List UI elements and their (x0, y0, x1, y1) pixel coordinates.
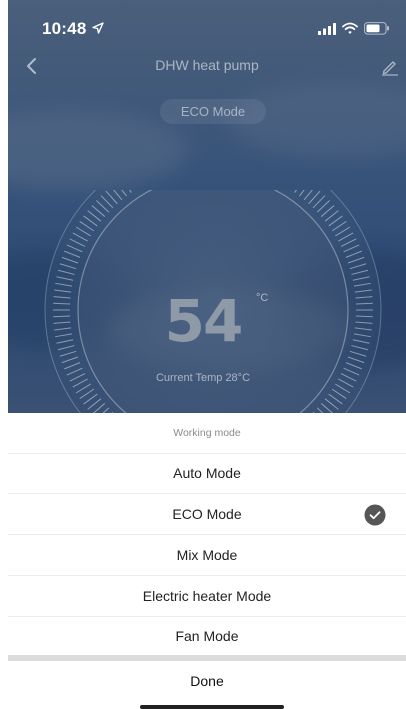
done-button[interactable]: Done (8, 661, 406, 701)
option-mix-mode[interactable]: Mix Mode (8, 535, 406, 576)
option-label: Auto Mode (173, 465, 241, 481)
option-label: Mix Mode (176, 547, 238, 563)
status-bar: 10:48 (8, 0, 406, 46)
checkmark-circle-icon (364, 504, 386, 526)
option-electric-heater-mode[interactable]: Electric heater Mode (8, 576, 406, 617)
app-header: DHW heat pump (8, 46, 406, 86)
wifi-icon (342, 22, 358, 34)
temperature-unit: °C (256, 292, 269, 304)
option-label: Electric heater Mode (142, 588, 272, 604)
status-time: 10:48 (42, 19, 87, 38)
battery-icon (364, 22, 389, 35)
option-auto-mode[interactable]: Auto Mode (8, 453, 406, 494)
page-title: DHW heat pump (155, 57, 259, 73)
option-label: ECO Mode (172, 506, 242, 522)
sheet-title: Working mode (8, 413, 406, 454)
option-fan-mode[interactable]: Fan Mode (8, 616, 406, 656)
option-eco-mode[interactable]: ECO Mode (8, 494, 406, 535)
current-temperature: Current Temp 28°C (155, 372, 251, 384)
working-mode-sheet: Working mode Auto Mode ECO Mode Mix Mode… (8, 413, 406, 709)
pencil-icon[interactable] (380, 56, 400, 76)
cellular-signal-icon (318, 23, 336, 35)
location-arrow-icon (92, 22, 104, 34)
option-label: Fan Mode (175, 628, 239, 644)
home-indicator (140, 705, 284, 709)
target-temperature: 54 (164, 287, 244, 355)
mode-badge[interactable]: ECO Mode (160, 99, 266, 124)
